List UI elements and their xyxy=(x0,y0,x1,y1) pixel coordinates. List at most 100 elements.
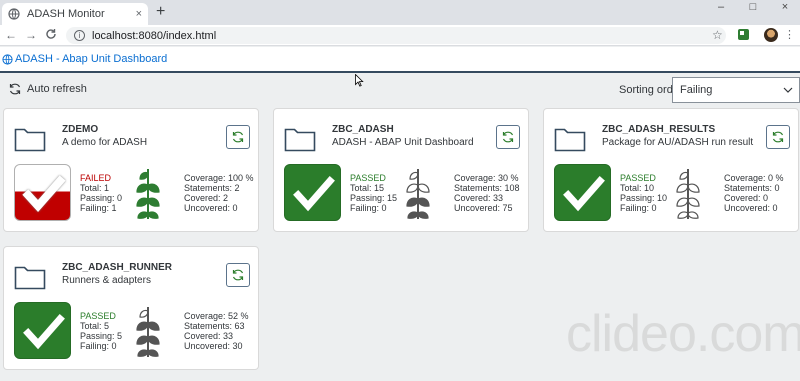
watermark: clideo.com xyxy=(566,305,800,363)
refresh-icon xyxy=(502,131,514,143)
back-button[interactable]: ← xyxy=(4,28,18,42)
test-passing: Passing: 10 xyxy=(620,193,668,203)
site-info-icon[interactable]: i xyxy=(74,30,85,41)
address-url[interactable]: localhost:8080/index.html xyxy=(92,30,216,42)
refresh-icon xyxy=(772,131,784,143)
test-stats: PASSED Total: 10 Passing: 10 Failing: 0 xyxy=(620,173,667,213)
package-card: ZBC_ADASH_RESULTS Package for AU/ADASH r… xyxy=(543,108,799,232)
test-failing: Failing: 0 xyxy=(80,341,117,351)
coverage-uncovered: Uncovered: 30 xyxy=(184,341,243,351)
package-name: ZBC_ADASH_RESULTS xyxy=(602,124,716,135)
coverage-covered: Covered: 0 xyxy=(724,193,769,203)
tab-title: ADASH Monitor xyxy=(27,8,105,20)
test-passing: Passing: 0 xyxy=(80,193,123,203)
minimize-button[interactable]: – xyxy=(706,0,736,14)
package-description: ADASH - ABAP Unit Dashboard xyxy=(332,137,474,148)
coverage-covered: Covered: 33 xyxy=(184,331,234,341)
coverage-leaf-icon xyxy=(136,307,160,357)
sorting-order-value: Failing xyxy=(680,84,713,96)
window-close-button[interactable]: × xyxy=(770,0,800,14)
mouse-cursor-icon xyxy=(355,74,364,87)
folder-icon xyxy=(284,128,316,152)
checkmark-icon xyxy=(22,175,66,212)
coverage-statements: Statements: 2 xyxy=(184,183,240,193)
coverage-uncovered: Uncovered: 0 xyxy=(724,203,778,213)
folder-icon xyxy=(14,266,46,290)
test-stats: PASSED Total: 15 Passing: 15 Failing: 0 xyxy=(350,173,397,213)
browser-menu-icon[interactable]: ⋮ xyxy=(784,28,795,42)
rerun-button[interactable] xyxy=(766,125,790,149)
package-description: Runners & adapters xyxy=(62,275,151,286)
test-failing: Failing: 0 xyxy=(620,203,657,213)
status-tile[interactable] xyxy=(284,164,341,221)
test-status: PASSED xyxy=(80,311,116,321)
test-total: Total: 15 xyxy=(350,183,385,193)
reload-button[interactable] xyxy=(44,28,58,42)
status-tile[interactable] xyxy=(14,302,71,359)
checkmark-icon xyxy=(293,176,335,212)
bookmark-star-icon[interactable]: ☆ xyxy=(712,28,723,42)
status-tile[interactable] xyxy=(554,164,611,221)
test-total: Total: 10 xyxy=(620,183,655,193)
app-shellbar: ADASH - Abap Unit Dashboard xyxy=(0,47,800,73)
package-description: A demo for ADASH xyxy=(62,137,148,148)
checkmark-icon xyxy=(23,314,65,350)
extension-icon[interactable] xyxy=(738,29,749,40)
coverage-percent: Coverage: 30 % xyxy=(454,173,519,183)
package-description: Package for AU/ADASH run result xyxy=(602,137,754,148)
auto-refresh-button[interactable]: Auto refresh xyxy=(8,82,87,96)
status-tile[interactable] xyxy=(14,164,71,221)
app-globe-icon xyxy=(2,53,13,65)
tab-close-icon[interactable]: × xyxy=(136,8,142,20)
coverage-statements: Statements: 108 xyxy=(454,183,520,193)
coverage-covered: Covered: 2 xyxy=(184,193,229,203)
checkmark-icon xyxy=(563,176,605,212)
coverage-percent: Coverage: 100 % xyxy=(184,173,254,183)
refresh-icon xyxy=(232,131,244,143)
profile-avatar[interactable] xyxy=(764,28,778,42)
forward-button[interactable]: → xyxy=(24,28,38,42)
chevron-down-icon xyxy=(783,87,793,93)
rerun-button[interactable] xyxy=(226,125,250,149)
test-passing: Passing: 5 xyxy=(80,331,123,341)
test-total: Total: 5 xyxy=(80,321,110,331)
browser-tab[interactable]: ADASH Monitor × xyxy=(2,3,148,25)
test-status: PASSED xyxy=(350,173,386,183)
coverage-percent: Coverage: 0 % xyxy=(724,173,784,183)
coverage-statements: Statements: 63 xyxy=(184,321,245,331)
test-failing: Failing: 1 xyxy=(80,203,117,213)
browser-toolbar: ← → i localhost:8080/index.html ☆ ⋮ xyxy=(0,25,800,46)
folder-icon xyxy=(14,128,46,152)
test-passing: Passing: 15 xyxy=(350,193,398,203)
coverage-uncovered: Uncovered: 0 xyxy=(184,203,238,213)
test-stats: FAILED Total: 1 Passing: 0 Failing: 1 xyxy=(80,173,122,213)
coverage-stats: Coverage: 52 % Statements: 63 Covered: 3… xyxy=(184,311,249,351)
maximize-button[interactable]: □ xyxy=(738,0,768,14)
new-tab-button[interactable]: + xyxy=(156,4,165,20)
test-failing: Failing: 0 xyxy=(350,203,387,213)
app-title[interactable]: ADASH - Abap Unit Dashboard xyxy=(15,53,167,65)
reload-icon xyxy=(46,29,56,39)
test-stats: PASSED Total: 5 Passing: 5 Failing: 0 xyxy=(80,311,122,351)
coverage-leaf-icon xyxy=(406,169,430,219)
globe-icon xyxy=(8,8,20,20)
rerun-button[interactable] xyxy=(226,263,250,287)
coverage-uncovered: Uncovered: 75 xyxy=(454,203,513,213)
coverage-stats: Coverage: 0 % Statements: 0 Covered: 0 U… xyxy=(724,173,784,213)
coverage-percent: Coverage: 52 % xyxy=(184,311,249,321)
browser-tabstrip: ADASH Monitor × + – □ × xyxy=(0,0,800,25)
refresh-icon xyxy=(9,83,21,95)
coverage-covered: Covered: 33 xyxy=(454,193,504,203)
coverage-stats: Coverage: 30 % Statements: 108 Covered: … xyxy=(454,173,520,213)
coverage-statements: Statements: 0 xyxy=(724,183,780,193)
package-name: ZBC_ADASH xyxy=(332,124,394,135)
test-status: FAILED xyxy=(80,173,112,183)
folder-icon xyxy=(554,128,586,152)
rerun-button[interactable] xyxy=(496,125,520,149)
package-name: ZBC_ADASH_RUNNER xyxy=(62,262,173,273)
address-bar[interactable]: i localhost:8080/index.html xyxy=(66,27,726,44)
package-card: ZBC_ADASH ADASH - ABAP Unit Dashboard PA… xyxy=(273,108,529,232)
test-status: PASSED xyxy=(620,173,656,183)
page-toolbar: Auto refresh Sorting order Failing xyxy=(0,75,800,105)
sorting-order-select[interactable]: Failing xyxy=(672,77,800,103)
